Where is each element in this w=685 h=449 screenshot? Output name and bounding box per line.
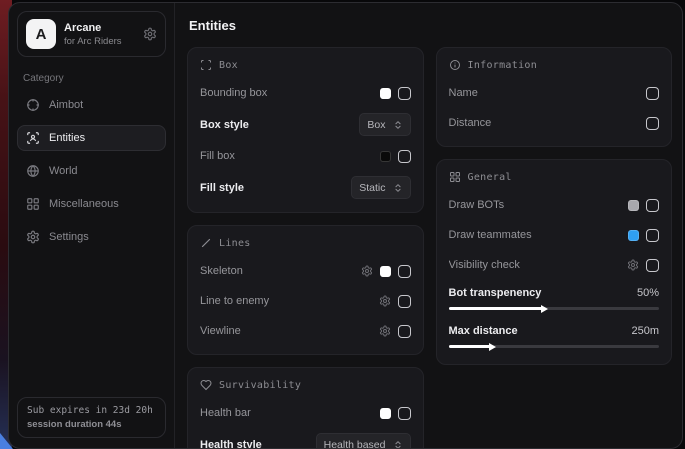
skeleton-checkbox[interactable] (398, 265, 411, 278)
line-to-enemy-config-gear-icon[interactable] (379, 295, 391, 307)
diagonal-line-icon (200, 237, 212, 249)
panel-title: Box (219, 60, 238, 71)
sidebar-item-label: Entities (49, 132, 85, 144)
row-skeleton: Skeleton (200, 261, 411, 281)
viewline-config-gear-icon[interactable] (379, 325, 391, 337)
dropdown-value: Health based (324, 439, 386, 449)
dropdown-value: Static (359, 182, 385, 194)
heart-icon (200, 379, 212, 391)
row-distance: Distance (449, 113, 660, 133)
layout-grid-icon (26, 197, 40, 211)
draw-teammates-checkbox[interactable] (646, 229, 659, 242)
sidebar-item-label: Miscellaneous (49, 198, 119, 210)
sidebar-item-world[interactable]: World (17, 158, 166, 184)
brand-settings-gear-icon[interactable] (143, 27, 157, 41)
draw-bots-checkbox[interactable] (646, 199, 659, 212)
draw-teammates-color-swatch[interactable] (628, 230, 639, 241)
brand-card: A Arcane for Arc Riders (17, 11, 166, 57)
sidebar-item-label: World (49, 165, 78, 177)
panel-information: Information Name Distance (436, 47, 673, 147)
skeleton-config-gear-icon[interactable] (361, 265, 373, 277)
slider-fill (449, 345, 491, 348)
sidebar-item-settings[interactable]: Settings (17, 224, 166, 250)
brand-title: Arcane (64, 22, 122, 34)
panel-lines: Lines Skeleton Line (187, 225, 424, 355)
crosshair-icon (26, 98, 40, 112)
viewline-checkbox[interactable] (398, 325, 411, 338)
slider-bot-transparency: Bot transpenency 50% (449, 287, 660, 313)
sidebar-nav: Aimbot Entities World Miscellaneous Sett… (17, 92, 166, 250)
brand-subtitle: for Arc Riders (64, 36, 122, 47)
visibility-check-config-gear-icon[interactable] (627, 259, 639, 271)
skeleton-color-swatch[interactable] (380, 266, 391, 277)
row-bounding-box: Bounding box (200, 83, 411, 103)
person-scan-icon (26, 131, 40, 145)
fill-style-dropdown[interactable]: Static (351, 176, 410, 199)
panel-survivability: Survivability Health bar Health style (187, 367, 424, 449)
scan-brackets-icon (200, 59, 212, 71)
main-content: Entities Box Bounding box (175, 3, 682, 448)
chevrons-up-down-icon (393, 120, 403, 130)
session-duration-text: session duration 44s (27, 419, 156, 430)
visibility-check-checkbox[interactable] (646, 259, 659, 272)
row-health-bar: Health bar (200, 403, 411, 423)
health-bar-checkbox[interactable] (398, 407, 411, 420)
panel-title: General (468, 172, 512, 183)
row-visibility-check: Visibility check (449, 255, 660, 275)
info-icon (449, 59, 461, 71)
row-draw-bots: Draw BOTs (449, 195, 660, 215)
page-title: Entities (189, 18, 672, 33)
row-name: Name (449, 83, 660, 103)
panel-title: Lines (219, 238, 251, 249)
distance-checkbox[interactable] (646, 117, 659, 130)
slider-value: 250m (631, 325, 659, 337)
box-style-dropdown[interactable]: Box (359, 113, 410, 136)
max-distance-slider-track[interactable] (449, 345, 660, 348)
sidebar-item-label: Settings (49, 231, 89, 243)
brand-logo: A (26, 19, 56, 49)
subscription-status-card: Sub expires in 23d 20h session duration … (17, 397, 166, 438)
bot-transparency-slider-track[interactable] (449, 307, 660, 310)
row-health-style: Health style Health based (200, 433, 411, 449)
health-bar-color-swatch[interactable] (380, 408, 391, 419)
sidebar-item-aimbot[interactable]: Aimbot (17, 92, 166, 118)
sidebar-item-miscellaneous[interactable]: Miscellaneous (17, 191, 166, 217)
chevrons-up-down-icon (393, 440, 403, 449)
gear-icon (26, 230, 40, 244)
panel-title: Survivability (219, 380, 301, 391)
fill-box-color-swatch[interactable] (380, 151, 391, 162)
globe-icon (26, 164, 40, 178)
row-line-to-enemy: Line to enemy (200, 291, 411, 311)
draw-bots-color-swatch[interactable] (628, 200, 639, 211)
sidebar-item-label: Aimbot (49, 99, 83, 111)
row-box-style: Box style Box (200, 113, 411, 136)
category-label: Category (23, 73, 160, 84)
panel-box: Box Bounding box Box style (187, 47, 424, 213)
name-checkbox[interactable] (646, 87, 659, 100)
sidebar-item-entities[interactable]: Entities (17, 125, 166, 151)
row-fill-box: Fill box (200, 146, 411, 166)
dropdown-value: Box (367, 119, 385, 131)
row-draw-teammates: Draw teammates (449, 225, 660, 245)
row-viewline: Viewline (200, 321, 411, 341)
panel-title: Information (468, 60, 538, 71)
app-window: A Arcane for Arc Riders Category Aimbot … (8, 2, 683, 449)
row-fill-style: Fill style Static (200, 176, 411, 199)
slider-max-distance: Max distance 250m (449, 325, 660, 351)
layout-grid-icon (449, 171, 461, 183)
chevrons-up-down-icon (393, 183, 403, 193)
bounding-box-color-swatch[interactable] (380, 88, 391, 99)
line-to-enemy-checkbox[interactable] (398, 295, 411, 308)
desktop-background: A Arcane for Arc Riders Category Aimbot … (0, 0, 685, 449)
slider-thumb[interactable] (489, 343, 496, 351)
slider-fill (449, 307, 544, 310)
sidebar: A Arcane for Arc Riders Category Aimbot … (9, 3, 175, 448)
sub-expires-text: Sub expires in 23d 20h (27, 405, 156, 416)
slider-thumb[interactable] (541, 305, 548, 313)
slider-value: 50% (637, 287, 659, 299)
health-style-dropdown[interactable]: Health based (316, 433, 411, 449)
bounding-box-checkbox[interactable] (398, 87, 411, 100)
fill-box-checkbox[interactable] (398, 150, 411, 163)
panel-general: General Draw BOTs Draw teammates (436, 159, 673, 365)
